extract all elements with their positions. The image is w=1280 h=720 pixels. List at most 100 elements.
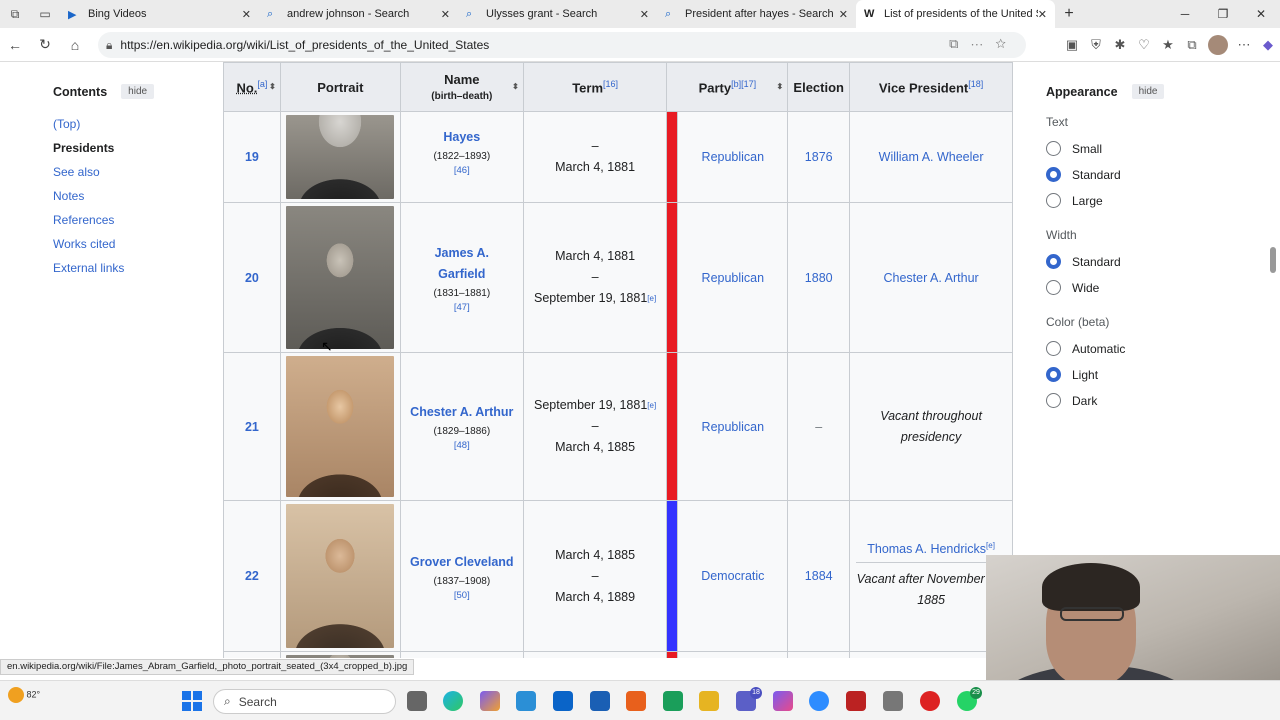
- header-party-ref[interactable]: [b][17]: [731, 79, 756, 89]
- toc-item-see-also[interactable]: See also: [53, 165, 203, 179]
- header-no[interactable]: No.[a] ⬍: [223, 62, 281, 112]
- party-link[interactable]: Democratic: [677, 500, 789, 652]
- portrait-next[interactable]: [286, 655, 395, 658]
- tab-president-after-hayes[interactable]: ⌕ President after hayes - Search ✕: [657, 0, 856, 28]
- tab-bing-videos[interactable]: ▶ Bing Videos ✕: [60, 0, 259, 28]
- radio-icon[interactable]: [1046, 393, 1061, 408]
- toc-item-works-cited[interactable]: Works cited: [53, 237, 203, 251]
- close-icon[interactable]: ✕: [1038, 8, 1047, 21]
- party-link[interactable]: Republican: [677, 352, 789, 501]
- refresh-icon[interactable]: ↻: [30, 36, 60, 53]
- party-link[interactable]: Republican: [677, 111, 789, 203]
- radio-icon[interactable]: [1046, 193, 1061, 208]
- shield-icon[interactable]: ⛨: [1084, 32, 1108, 58]
- taskbar-search[interactable]: ⌕ Search: [213, 689, 396, 714]
- new-tab-icon[interactable]: +: [1055, 5, 1083, 23]
- browser-essentials-icon[interactable]: ♡: [1132, 32, 1156, 58]
- header-party[interactable]: Party[b][17] ⬍: [666, 62, 789, 112]
- office-icon[interactable]: [626, 691, 646, 711]
- text-standard-option[interactable]: Standard: [1046, 167, 1226, 182]
- portrait-hayes[interactable]: [286, 115, 395, 199]
- avatar[interactable]: [1208, 35, 1228, 55]
- more-icon[interactable]: ⋯: [1232, 32, 1256, 58]
- radio-icon[interactable]: [1046, 280, 1061, 295]
- term-note-link[interactable]: [e]: [647, 401, 656, 410]
- reference-link[interactable]: [46]: [401, 165, 523, 176]
- folder-icon[interactable]: [699, 691, 719, 711]
- tab-actions-icon[interactable]: ▭: [30, 0, 60, 28]
- portrait-arthur[interactable]: [286, 356, 395, 497]
- edge-icon[interactable]: [443, 691, 463, 711]
- copilot-app-icon[interactable]: [773, 691, 793, 711]
- sort-icon[interactable]: ⬍: [777, 82, 784, 91]
- toc-hide-button[interactable]: hide: [121, 84, 155, 99]
- editor-icon[interactable]: [590, 691, 610, 711]
- header-no-ref[interactable]: [a]: [257, 79, 267, 89]
- header-name[interactable]: Name (birth–death) ⬍: [399, 62, 524, 112]
- tab-ulysses-grant[interactable]: ⌕ Ulysses grant - Search ✕: [458, 0, 657, 28]
- store-icon[interactable]: [663, 691, 683, 711]
- vp-link[interactable]: William A. Wheeler: [849, 111, 1013, 203]
- election-link[interactable]: 1876: [787, 111, 851, 203]
- restore-icon[interactable]: ❐: [1204, 0, 1242, 28]
- term-note-link[interactable]: [e]: [647, 294, 656, 303]
- color-light-option[interactable]: Light: [1046, 367, 1226, 382]
- reference-link[interactable]: [48]: [401, 440, 523, 451]
- workspaces-icon[interactable]: ⧉: [0, 0, 30, 28]
- sort-icon[interactable]: ⬍: [512, 82, 519, 91]
- toc-item-presidents[interactable]: Presidents: [53, 141, 203, 155]
- toc-item-references[interactable]: References: [53, 213, 203, 227]
- close-icon[interactable]: ✕: [242, 8, 251, 21]
- width-standard-option[interactable]: Standard: [1046, 254, 1226, 269]
- radio-icon[interactable]: [1046, 167, 1061, 182]
- election-link[interactable]: 1880: [787, 202, 851, 353]
- minimize-icon[interactable]: ─: [1166, 0, 1204, 28]
- home-icon[interactable]: ⌂: [60, 37, 90, 53]
- color-automatic-option[interactable]: Automatic: [1046, 341, 1226, 356]
- color-dark-option[interactable]: Dark: [1046, 393, 1226, 408]
- collections-icon[interactable]: ⧉: [1180, 32, 1204, 58]
- radio-icon[interactable]: [1046, 141, 1061, 156]
- scrollbar-thumb[interactable]: [1270, 247, 1276, 273]
- president-name-link[interactable]: Grover Cleveland: [401, 552, 523, 573]
- radio-icon[interactable]: [1046, 367, 1061, 382]
- close-window-icon[interactable]: ✕: [1242, 0, 1280, 28]
- toc-item-top[interactable]: (Top): [53, 117, 203, 131]
- text-small-option[interactable]: Small: [1046, 141, 1226, 156]
- appearance-hide-button[interactable]: hide: [1131, 84, 1165, 99]
- address-actions[interactable]: ⧉⋯☆: [949, 36, 1018, 52]
- copilot-icon[interactable]: ◆: [1256, 32, 1280, 58]
- settings-icon[interactable]: [883, 691, 903, 711]
- tab-andrew-johnson[interactable]: ⌕ andrew johnson - Search ✕: [259, 0, 458, 28]
- tab-wikipedia[interactable]: W List of presidents of the United St ✕: [856, 0, 1055, 28]
- reference-link[interactable]: [47]: [401, 302, 523, 313]
- president-name-link[interactable]: Chester A. Arthur: [401, 402, 523, 423]
- vp-note-link[interactable]: [e]: [986, 541, 995, 550]
- task-view-icon[interactable]: [407, 691, 427, 711]
- election-link[interactable]: 1884: [787, 500, 851, 652]
- header-term-ref[interactable]: [16]: [603, 79, 618, 89]
- start-button[interactable]: [182, 691, 202, 711]
- sort-icon[interactable]: ⬍: [269, 82, 276, 91]
- address-input[interactable]: 🔒︎ https://en.wikipedia.org/wiki/List_of…: [98, 32, 1026, 58]
- party-link[interactable]: Republican: [677, 202, 789, 353]
- close-icon[interactable]: ✕: [640, 8, 649, 21]
- close-icon[interactable]: ✕: [441, 8, 450, 21]
- vp-link[interactable]: Chester A. Arthur: [849, 202, 1013, 353]
- radio-icon[interactable]: [1046, 341, 1061, 356]
- close-icon[interactable]: ✕: [839, 8, 848, 21]
- portrait-cleveland[interactable]: [286, 504, 395, 648]
- split-screen-icon[interactable]: ▣: [1060, 32, 1084, 58]
- vp-link[interactable]: Thomas A. Hendricks: [867, 542, 986, 556]
- width-wide-option[interactable]: Wide: [1046, 280, 1226, 295]
- copilot-icon[interactable]: [480, 691, 500, 711]
- president-name-link[interactable]: James A. Garfield: [401, 243, 523, 285]
- outlook-icon[interactable]: [553, 691, 573, 711]
- header-vp-ref[interactable]: [18]: [968, 79, 983, 89]
- radio-icon[interactable]: [1046, 254, 1061, 269]
- app-icon[interactable]: [516, 691, 536, 711]
- weather-widget[interactable]: 82°: [8, 687, 40, 703]
- extensions-icon[interactable]: ✱: [1108, 32, 1132, 58]
- chrome-icon[interactable]: [920, 691, 940, 711]
- snipping-icon[interactable]: [846, 691, 866, 711]
